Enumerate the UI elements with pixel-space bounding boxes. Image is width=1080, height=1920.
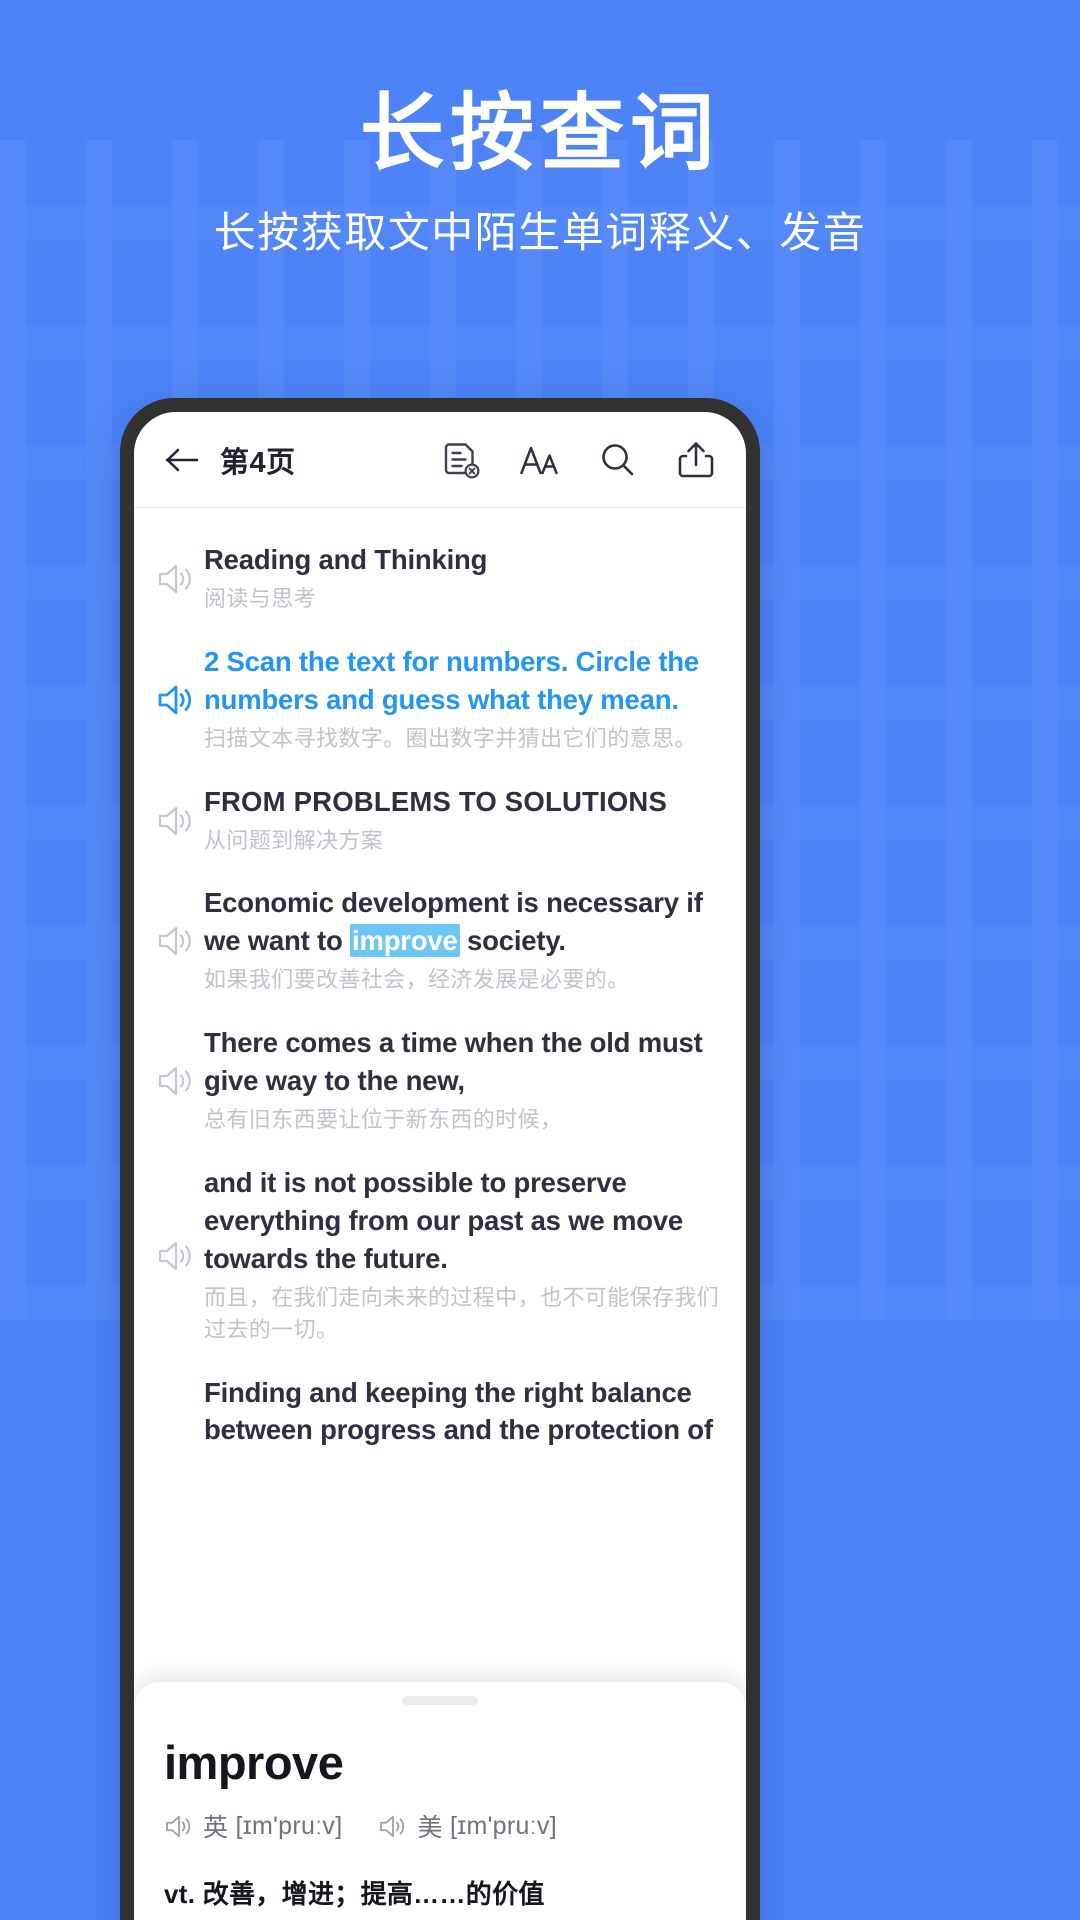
- share-icon[interactable]: [670, 434, 722, 486]
- paragraph-en: Reading and Thinking: [204, 544, 488, 575]
- font-size-icon[interactable]: [514, 434, 566, 486]
- paragraph-zh: 阅读与思考: [204, 585, 317, 611]
- phonetic-value: [ɪm'pruːv]: [235, 1811, 343, 1840]
- paragraph-zh: 而且，在我们走向未来的过程中，也不可能保存我们过去的一切。: [204, 1284, 720, 1342]
- search-icon[interactable]: [592, 434, 644, 486]
- paragraph-row-partial[interactable]: Finding and keeping the right balance be…: [134, 1360, 746, 1464]
- paragraph-text: Reading and Thinking 阅读与思考: [204, 541, 724, 615]
- phone-mockup: 第4页 Reading and Thinking 阅读与思考 2 Scan th…: [120, 398, 760, 1920]
- remove-note-icon[interactable]: [436, 434, 488, 486]
- phonetic-region-label: 美: [417, 1814, 443, 1842]
- speaker-icon[interactable]: [164, 1813, 194, 1840]
- speaker-icon[interactable]: [378, 1813, 408, 1840]
- paragraph-zh: 扫描文本寻找数字。圈出数字并猜出它们的意思。: [204, 725, 697, 751]
- paragraph-row[interactable]: Reading and Thinking 阅读与思考: [134, 527, 746, 629]
- speaker-icon[interactable]: [148, 921, 204, 959]
- highlighted-word[interactable]: improve: [350, 924, 460, 958]
- phonetic-region-label: 英: [203, 1814, 229, 1842]
- paragraph-en: Economic development is necessary if we …: [204, 884, 724, 960]
- phonetics-row: 英 [ɪm'pruːv] 美 [ɪm'pruːv]: [164, 1808, 716, 1844]
- paragraph-row[interactable]: and it is not possible to preserve every…: [134, 1150, 746, 1360]
- phonetic-uk[interactable]: 英 [ɪm'pruːv]: [164, 1808, 342, 1844]
- hero-section: 长按查词 长按获取文中陌生单词释义、发音: [0, 0, 1080, 261]
- phonetic-value: [ɪm'pruːv]: [450, 1811, 557, 1840]
- paragraph-row[interactable]: 2 Scan the text for numbers. Circle the …: [134, 629, 746, 769]
- definition-item: vt. 改善，增进；提高……的价值: [164, 1879, 545, 1909]
- drag-handle[interactable]: [402, 1696, 478, 1705]
- back-arrow-icon[interactable]: [160, 438, 204, 482]
- text-after-highlight: society.: [459, 925, 566, 957]
- paragraph-row-highlighted[interactable]: Economic development is necessary if we …: [134, 870, 746, 1010]
- paragraph-text: Economic development is necessary if we …: [204, 884, 724, 996]
- dictionary-word: improve: [164, 1736, 344, 1789]
- paragraph-zh: 从问题到解决方案: [204, 827, 384, 853]
- speaker-icon-placeholder: [148, 1410, 204, 1412]
- paragraph-text: and it is not possible to preserve every…: [204, 1164, 724, 1346]
- speaker-icon[interactable]: [148, 1236, 204, 1274]
- speaker-icon-active[interactable]: [148, 680, 204, 718]
- speaker-icon[interactable]: [148, 559, 204, 597]
- page-number-label: 第4页: [220, 446, 296, 479]
- paragraph-text: There comes a time when the old must giv…: [204, 1024, 724, 1136]
- dictionary-sheet[interactable]: improve 英 [ɪm'pruːv] 美 [ɪm'pruːv] vt. 改善…: [134, 1682, 746, 1920]
- paragraph-zh: 如果我们要改善社会，经济发展是必要的。: [204, 967, 630, 993]
- definition-item: vi. 增加；变得更好: [164, 1914, 716, 1920]
- phone-screen: 第4页 Reading and Thinking 阅读与思考 2 Scan th…: [134, 412, 746, 1920]
- reader-toolbar: 第4页: [134, 412, 746, 508]
- paragraph-en: Finding and keeping the right balance be…: [204, 1376, 713, 1446]
- paragraph-en: There comes a time when the old must giv…: [204, 1027, 703, 1097]
- page-title: 长按查词: [359, 86, 720, 180]
- speaker-icon[interactable]: [148, 801, 204, 839]
- paragraph-text: 2 Scan the text for numbers. Circle the …: [204, 643, 724, 755]
- paragraph-zh: 总有旧东西要让位于新东西的时候，: [204, 1107, 563, 1133]
- paragraph-text: FROM PROBLEMS TO SOLUTIONS 从问题到解决方案: [204, 783, 724, 857]
- paragraph-row[interactable]: FROM PROBLEMS TO SOLUTIONS 从问题到解决方案: [134, 769, 746, 871]
- paragraph-en: and it is not possible to preserve every…: [204, 1166, 683, 1274]
- paragraph-en: FROM PROBLEMS TO SOLUTIONS: [204, 785, 668, 817]
- paragraph-row[interactable]: There comes a time when the old must giv…: [134, 1010, 746, 1150]
- paragraph-text: Finding and keeping the right balance be…: [204, 1374, 724, 1450]
- speaker-icon[interactable]: [148, 1061, 204, 1099]
- page-subtitle: 长按获取文中陌生单词释义、发音: [213, 209, 867, 257]
- definitions-list: vt. 改善，增进；提高……的价值 vi. 增加；变得更好: [164, 1874, 716, 1920]
- paragraph-en: 2 Scan the text for numbers. Circle the …: [204, 645, 699, 715]
- phonetic-us[interactable]: 美 [ɪm'pruːv]: [378, 1808, 557, 1844]
